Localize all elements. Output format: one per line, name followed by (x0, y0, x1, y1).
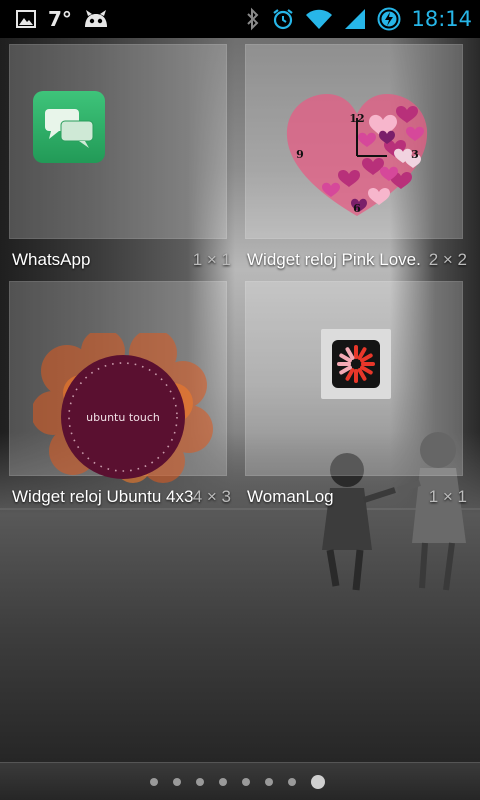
womanlog-icon (321, 329, 391, 399)
cyanogen-mascot-icon (82, 7, 110, 31)
battery-charging-icon (377, 7, 401, 31)
clock-time: 18:14 (411, 7, 472, 31)
widget-tile-womanlog[interactable]: WomanLog 1 × 1 (245, 281, 467, 513)
pink-heart-clock-icon: 12 3 6 9 (283, 92, 431, 218)
widget-name: Widget reloj Ubuntu 4x3 (12, 487, 194, 506)
widget-tile-whatsapp[interactable]: WhatsApp 1 × 1 (9, 44, 231, 276)
clock-number-9: 9 (296, 148, 304, 161)
page-dot[interactable] (173, 778, 181, 786)
cell-signal-icon (343, 7, 367, 31)
widget-size: 1 × 1 (192, 250, 231, 269)
page-dot[interactable] (288, 778, 296, 786)
clock-number-12: 12 (349, 112, 364, 125)
status-bar: 7° 18:14 (0, 0, 480, 38)
widget-size: 1 × 1 (428, 487, 467, 506)
page-dot[interactable] (219, 778, 227, 786)
widget-name: Widget reloj Pink Love. (247, 250, 421, 269)
page-indicator[interactable] (150, 775, 325, 789)
clock-number-3: 3 (411, 148, 419, 161)
alarm-clock-icon (271, 7, 295, 31)
clock-number-6: 6 (353, 202, 361, 215)
widget-name: WhatsApp (12, 250, 91, 269)
widget-tile-pink-love-clock[interactable]: 12 3 6 9 Widget reloj Pink Love. 2 × 2 (245, 44, 467, 276)
temperature: 7° (48, 7, 72, 31)
page-indicator-bar (0, 762, 480, 800)
page-dot[interactable] (265, 778, 273, 786)
widget-tile-ubuntu-clock[interactable]: ubuntu touch Widget reloj Ubuntu 4x3 4 ×… (9, 281, 231, 513)
page-dot[interactable] (242, 778, 250, 786)
whatsapp-icon (33, 91, 105, 163)
widget-size: 2 × 2 (428, 250, 467, 269)
gallery-icon (14, 7, 38, 31)
widget-name: WomanLog (247, 487, 334, 506)
wifi-icon (305, 7, 333, 31)
bluetooth-icon (245, 7, 261, 31)
widget-size: 4 × 3 (192, 487, 231, 506)
ubuntu-touch-clock-icon: ubuntu touch (31, 329, 213, 483)
page-dot[interactable] (150, 778, 158, 786)
page-dot[interactable] (196, 778, 204, 786)
ubuntu-touch-label: ubuntu touch (86, 411, 160, 424)
page-dot-active[interactable] (311, 775, 325, 789)
